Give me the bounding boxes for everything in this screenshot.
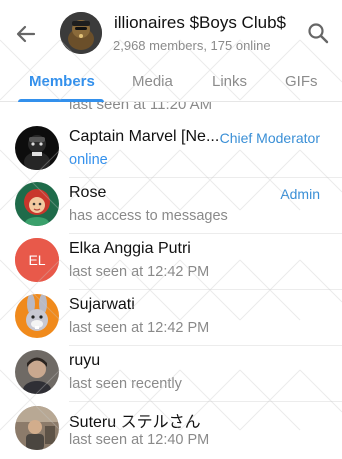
tab-links[interactable]: Links	[212, 73, 247, 90]
member-name: Suteru ステルさん	[69, 414, 201, 431]
tab-members[interactable]: Members	[29, 73, 95, 90]
partial-row-status: last seen at 11:20 AM	[69, 102, 213, 113]
member-row[interactable]: Sujarwati last seen at 12:42 PM	[0, 290, 342, 346]
member-status: last seen recently	[69, 376, 182, 392]
avatar-initials: EL	[15, 238, 59, 282]
group-title: illionaires $Boys Club$	[114, 13, 286, 32]
arrow-left-icon[interactable]	[12, 20, 40, 48]
member-name: ruyu	[69, 352, 101, 369]
member-row[interactable]: Captain Marvel [Ne... online Chief Moder…	[0, 122, 342, 178]
tab-media[interactable]: Media	[132, 73, 173, 90]
avatar-initials-text: EL	[28, 252, 45, 268]
member-role-badge: Admin	[280, 186, 320, 202]
member-name: Captain Marvel [Ne...	[69, 128, 220, 145]
member-status: online	[69, 152, 108, 168]
member-status: has access to messages	[69, 208, 228, 224]
member-status: last seen at 12:42 PM	[69, 264, 210, 280]
chat-header: illionaires $Boys Club$ 2,968 members, 1…	[0, 0, 342, 64]
member-name: Elka Anggia Putri	[69, 240, 191, 257]
avatar	[15, 350, 59, 394]
member-row[interactable]: Rose has access to messages Admin	[0, 178, 342, 234]
search-icon[interactable]	[305, 20, 331, 46]
member-status: last seen at 12:42 PM	[69, 320, 210, 336]
member-row[interactable]: Suteru ステルさん last seen at 12:40 PM	[0, 402, 342, 458]
group-avatar[interactable]	[60, 12, 102, 54]
group-member-count: 2,968 members, 175 online	[113, 38, 271, 53]
avatar	[15, 182, 59, 226]
member-status: last seen at 12:40 PM	[69, 432, 210, 448]
avatar	[15, 126, 59, 170]
avatar	[15, 294, 59, 338]
avatar	[15, 406, 59, 450]
tab-gifs[interactable]: GIFs	[285, 73, 318, 90]
member-list[interactable]: last seen at 11:20 AM Captain Marvel [Ne…	[0, 102, 342, 459]
member-row[interactable]: ruyu last seen recently	[0, 346, 342, 402]
member-row[interactable]: EL Elka Anggia Putri last seen at 12:42 …	[0, 234, 342, 290]
member-name: Sujarwati	[69, 296, 135, 313]
tab-bar: Members Media Links GIFs	[0, 64, 342, 102]
member-name: Rose	[69, 184, 107, 201]
status-strip	[0, 0, 342, 6]
member-role-badge: Chief Moderator	[219, 130, 320, 146]
